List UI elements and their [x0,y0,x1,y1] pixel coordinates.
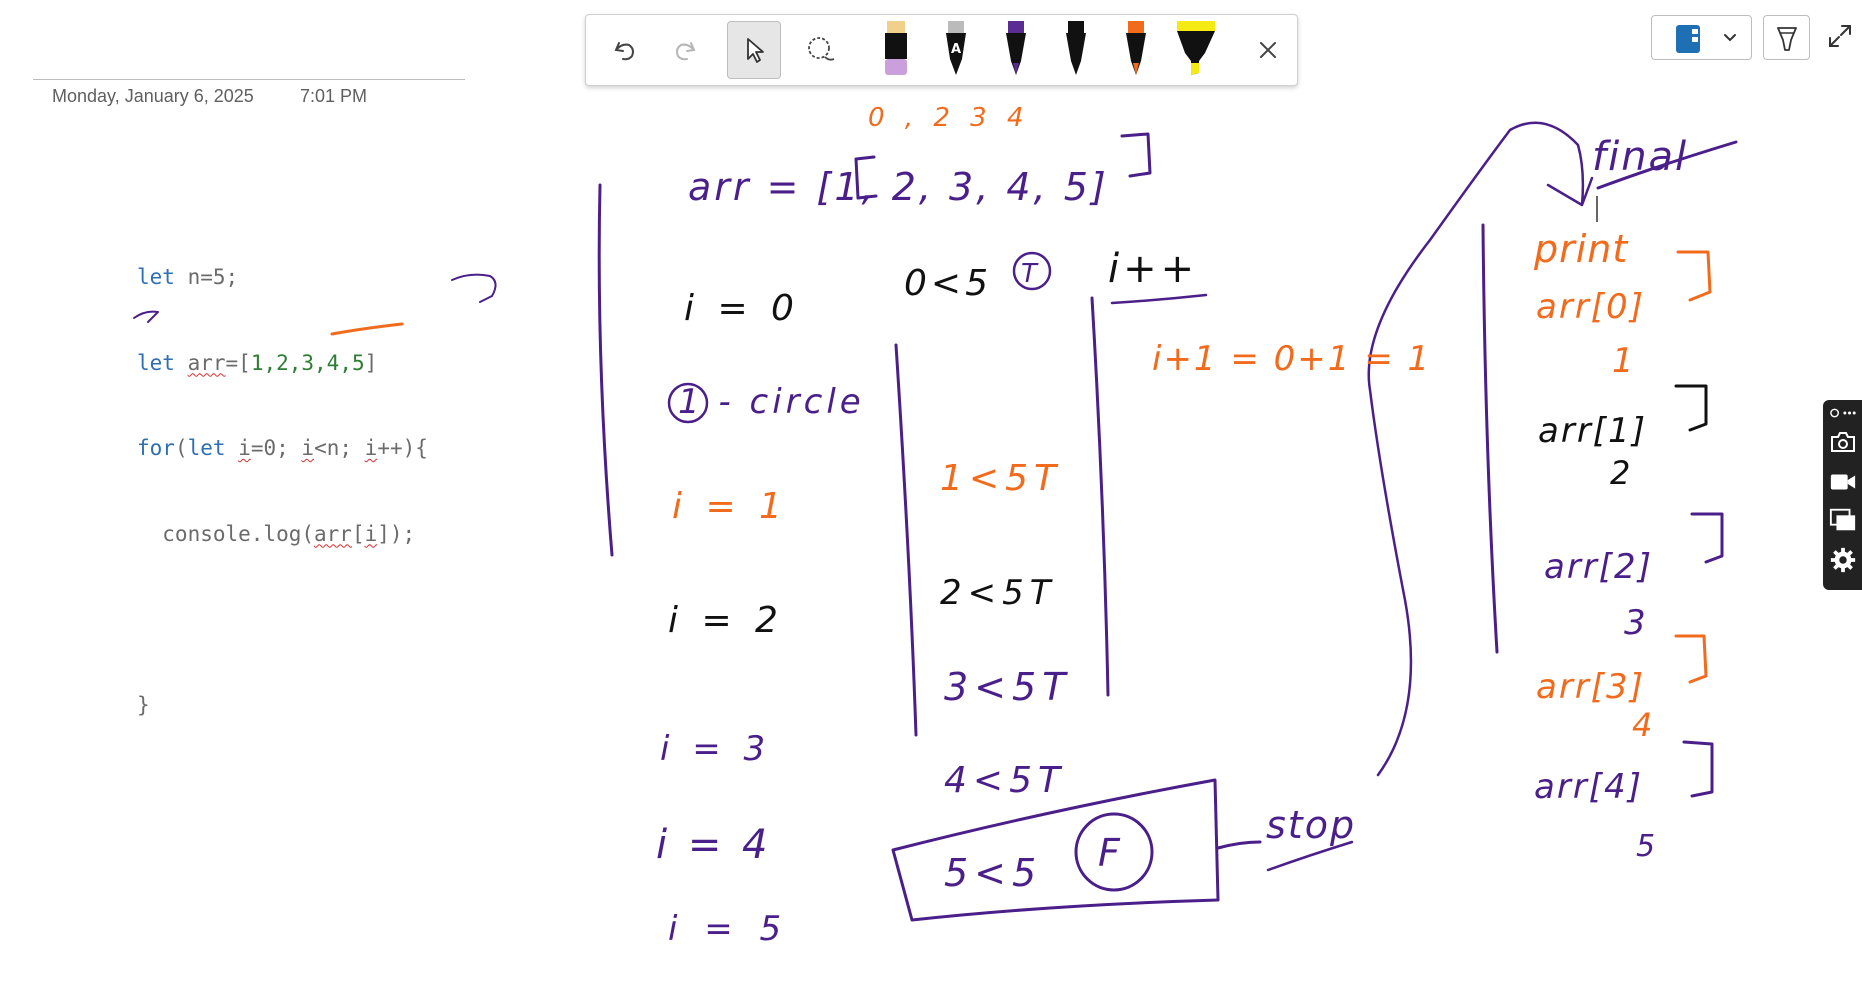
ink-a0: arr[0] [1536,287,1645,327]
windows-icon [1829,508,1856,531]
ink-i2: i = 2 [668,600,784,641]
ink-c3: 3<5T [944,665,1071,709]
ink-v5: 5 [1636,829,1655,864]
ink-final: final [1592,134,1688,180]
link-more-icon [1830,408,1856,418]
pen-purple-black[interactable] [876,19,916,81]
ink-indices: 0 , 2 3 4 [868,103,1030,133]
ink-a1-bracket [1674,384,1708,432]
ink-circle-label: 1 - circle [678,382,865,422]
pen-black[interactable] [1056,19,1096,81]
settings-button[interactable] [1829,546,1857,574]
ink-underline [330,322,404,336]
ink-v1: 1 [1612,341,1634,381]
ink-a3-bracket [1674,634,1708,684]
close-toolbar-button[interactable] [1241,21,1295,79]
ink-i4: i = 4 [656,822,772,868]
ink-stop-box [891,778,1220,922]
gear-icon [1830,547,1856,573]
ink-c2: 2<5T [940,573,1057,613]
ink-right-line [1481,223,1499,654]
ink-i0: i = 0 [684,288,800,329]
screenshot-button[interactable] [1829,428,1857,456]
ink-a2: arr[2] [1544,547,1653,587]
ink-c5: 5<5 [944,851,1042,895]
ink-a4: arr[4] [1534,767,1643,807]
ink-c4: 4<5T [944,760,1066,801]
ink-a1: arr[1] [1538,411,1647,451]
ink-cond0: 0<5 [904,263,992,304]
undo-icon [614,42,634,61]
ink-inc: i++ [1108,246,1198,292]
ink-cond-line-right [1090,296,1110,697]
ink-i-plus: i+1 = 0+1 = 1 [1152,339,1431,379]
ink-arrow-right [451,273,497,303]
ink-inc-underline [1110,293,1208,305]
ink-arrow-left [133,310,159,323]
ink-F: F [1098,831,1121,875]
notebook-icon [1676,25,1700,53]
video-camera-icon [1830,474,1856,490]
notebook-selector-button[interactable] [1651,15,1752,60]
sidebar-more-button[interactable] [1829,402,1857,424]
lasso-tool-button[interactable] [793,21,847,79]
ink-T0: T [1021,259,1039,289]
ink-a2-bracket [1690,512,1724,564]
ink-stop-connector [1216,840,1262,850]
ink-v3: 3 [1624,603,1646,643]
undo-button[interactable] [598,21,652,79]
close-icon [1260,42,1276,58]
chevron-down-icon [1724,34,1736,42]
capture-sidebar [1823,400,1862,590]
draw-mode-button[interactable] [1763,15,1810,60]
expand-icon[interactable] [1826,22,1854,50]
record-video-button[interactable] [1829,468,1857,496]
highlighter-yellow[interactable] [1171,19,1221,81]
ink-canvas[interactable]: 0 , 2 3 4 arr = [1, 2, 3, 4, 5] i = 0 0<… [0,0,1862,991]
lasso-icon [808,37,835,61]
svg-text:A: A [951,42,961,57]
ink-i1: i = 1 [672,486,788,527]
redo-button[interactable] [658,21,712,79]
ink-a3: arr[3] [1536,667,1645,707]
select-tool-button[interactable] [727,21,781,79]
pen-orange[interactable] [1116,19,1156,81]
ink-i3: i = 3 [660,729,771,769]
pointer-icon [747,38,764,63]
ink-a0-bracket [1676,250,1712,302]
ink-print: print [1533,227,1629,271]
ink-bracket-right [1120,132,1152,178]
camera-icon [1831,432,1855,452]
window-capture-button[interactable] [1829,506,1857,534]
ink-i5: i = 5 [668,909,789,949]
ink-v4: 4 [1632,706,1652,744]
ink-c1: 1<5T [940,458,1062,499]
redo-icon [676,42,696,61]
ink-cond-line-left [894,343,918,737]
ink-v2: 2 [1610,454,1630,492]
drawing-toolbar: A [585,14,1298,86]
ink-stop: stop [1266,803,1356,847]
pen-purple[interactable] [996,19,1036,81]
pen-white-a[interactable]: A [936,19,976,81]
ink-a4-bracket [1682,740,1714,798]
pen-icon [1776,26,1797,51]
ink-vertical-line [597,183,614,557]
ink-arr-decl: arr = [1, 2, 3, 4, 5] [688,165,1109,209]
